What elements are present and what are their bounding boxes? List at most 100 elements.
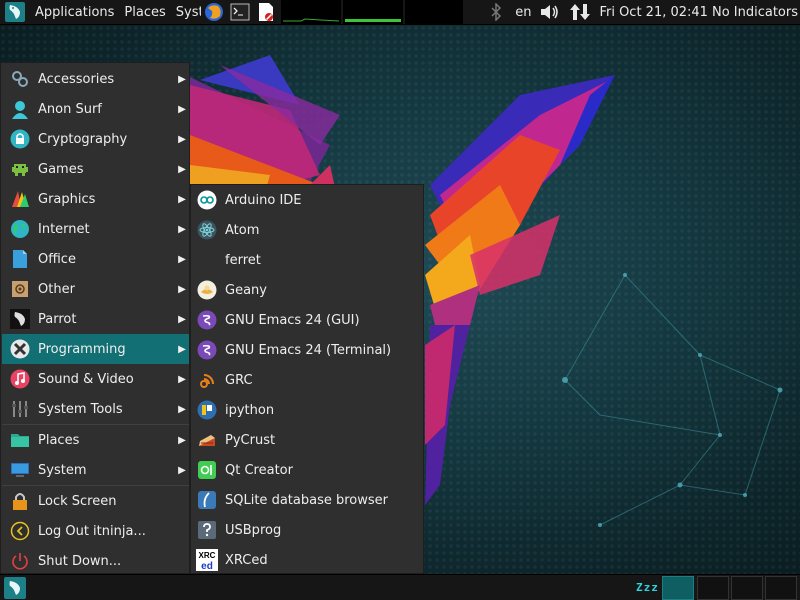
bottom-panel: Zzz [0,574,800,600]
submenu-item-usbprog[interactable]: USBprog [192,515,423,545]
menu-item-other[interactable]: Other ▶ [2,274,189,304]
submenu-item-xrced[interactable]: XRC ed XRCed [192,545,423,575]
submenu-item-arduino-ide[interactable]: Arduino IDE [192,185,423,215]
menu-item-label: PyCrust [225,432,276,448]
games-icon [9,158,31,180]
submenu-item-emacs-terminal[interactable]: GNU Emacs 24 (Terminal) [192,335,423,365]
pycrust-icon [196,429,218,451]
parrot-icon [9,308,31,330]
document-icon [9,248,31,270]
submenu-arrow-icon: ▶ [178,283,186,295]
menu-item-label: Cryptography [38,131,128,147]
submenu-item-atom[interactable]: Atom [192,215,423,245]
menu-item-log-out[interactable]: Log Out itninja... [2,516,189,546]
system-menu[interactable]: Syst [171,0,201,25]
submenu-item-pycrust[interactable]: PyCrust [192,425,423,455]
xrced-icon-text-top: XRC [199,551,216,560]
menu-item-places[interactable]: Places ▶ [2,425,189,455]
menu-item-label: USBprog [225,522,282,538]
programming-submenu: Arduino IDE Atom ferret Geany GNU Emacs … [190,184,424,574]
menu-item-graphics[interactable]: Graphics ▶ [2,184,189,214]
menu-item-lock-screen[interactable]: Lock Screen [2,486,189,516]
bluetooth-icon[interactable] [485,1,507,23]
menu-item-programming[interactable]: Programming ▶ [2,334,189,364]
menu-item-games[interactable]: Games ▶ [2,154,189,184]
network-transfer-icon[interactable] [569,1,591,23]
submenu-item-ipython[interactable]: ipython [192,395,423,425]
menu-item-shut-down[interactable]: Shut Down... [2,546,189,576]
submenu-item-ferret[interactable]: ferret [192,245,423,275]
menu-item-label: Accessories [38,71,115,87]
submenu-arrow-icon: ▶ [178,253,186,265]
anonsurf-icon [9,98,31,120]
logout-icon [9,520,31,542]
menu-item-internet[interactable]: Internet ▶ [2,214,189,244]
keyboard-layout-indicator[interactable]: en [511,5,535,20]
submenu-arrow-icon: ▶ [178,133,186,145]
menu-item-label: Parrot [38,311,77,327]
menu-item-label: Anon Surf [38,101,102,117]
menu-item-accessories[interactable]: Accessories ▶ [2,64,189,94]
cpu-monitor [280,0,341,24]
grc-icon [196,369,218,391]
menu-item-label: GNU Emacs 24 (GUI) [225,312,360,328]
menu-item-label: Graphics [38,191,96,207]
menu-item-system-tools[interactable]: System Tools ▶ [2,394,189,424]
menu-item-label: XRCed [225,552,268,568]
blank-icon [196,249,218,271]
submenu-item-geany[interactable]: Geany [192,275,423,305]
menu-item-office[interactable]: Office ▶ [2,244,189,274]
top-panel: Applications Places Syst en [0,0,800,25]
firefox-launcher-icon[interactable] [203,1,225,23]
menu-item-label: ipython [225,402,275,418]
menu-item-system[interactable]: System ▶ [2,455,189,485]
submenu-arrow-icon: ▶ [178,343,186,355]
globe-icon [9,218,31,240]
arduino-icon [196,189,218,211]
menu-item-label: GNU Emacs 24 (Terminal) [225,342,392,358]
menu-item-label: Programming [38,341,126,357]
menu-item-label: SQLite database browser [225,492,388,508]
terminal-launcher-icon[interactable] [229,1,251,23]
menu-item-parrot[interactable]: Parrot ▶ [2,304,189,334]
submenu-item-emacs-gui[interactable]: GNU Emacs 24 (GUI) [192,305,423,335]
menu-item-label: ferret [225,252,261,268]
xrced-icon: XRC ed [196,549,218,571]
places-menu[interactable]: Places [119,0,170,25]
volume-icon[interactable] [539,1,561,23]
menu-item-sound-video[interactable]: Sound & Video ▶ [2,364,189,394]
system-tools-icon [9,398,31,420]
submenu-item-grc[interactable]: GRC [192,365,423,395]
menu-item-label: Sound & Video [38,371,134,387]
workspace-3[interactable] [731,576,763,600]
qt-icon [196,459,218,481]
atom-icon [196,219,218,241]
menu-item-label: System [38,462,87,478]
submenu-arrow-icon: ▶ [178,403,186,415]
submenu-arrow-icon: ▶ [178,193,186,205]
menu-item-anon-surf[interactable]: Anon Surf ▶ [2,94,189,124]
applications-menu[interactable]: Applications [30,0,119,25]
accessories-icon [9,68,31,90]
text-editor-launcher-icon[interactable] [255,1,277,23]
menu-item-label: Internet [38,221,90,237]
clock[interactable]: Fri Oct 21, 02:41 [595,5,712,20]
menu-item-cryptography[interactable]: Cryptography ▶ [2,124,189,154]
menu-item-label: Games [38,161,84,177]
graphics-icon [9,188,31,210]
lock-icon [9,128,31,150]
monitor-icon [9,459,31,481]
workspace-2[interactable] [697,576,729,600]
parrot-logo-icon[interactable] [4,1,26,23]
show-desktop-icon[interactable] [4,577,26,599]
submenu-item-sqlite-browser[interactable]: SQLite database browser [192,485,423,515]
memory-monitor [342,0,403,24]
menu-item-label: Geany [225,282,267,298]
menu-item-label: Qt Creator [225,462,293,478]
menu-item-label: Shut Down... [38,553,122,569]
submenu-arrow-icon: ▶ [178,313,186,325]
submenu-arrow-icon: ▶ [178,373,186,385]
workspace-4[interactable] [765,576,797,600]
submenu-item-qt-creator[interactable]: Qt Creator [192,455,423,485]
workspace-1[interactable] [662,576,694,600]
